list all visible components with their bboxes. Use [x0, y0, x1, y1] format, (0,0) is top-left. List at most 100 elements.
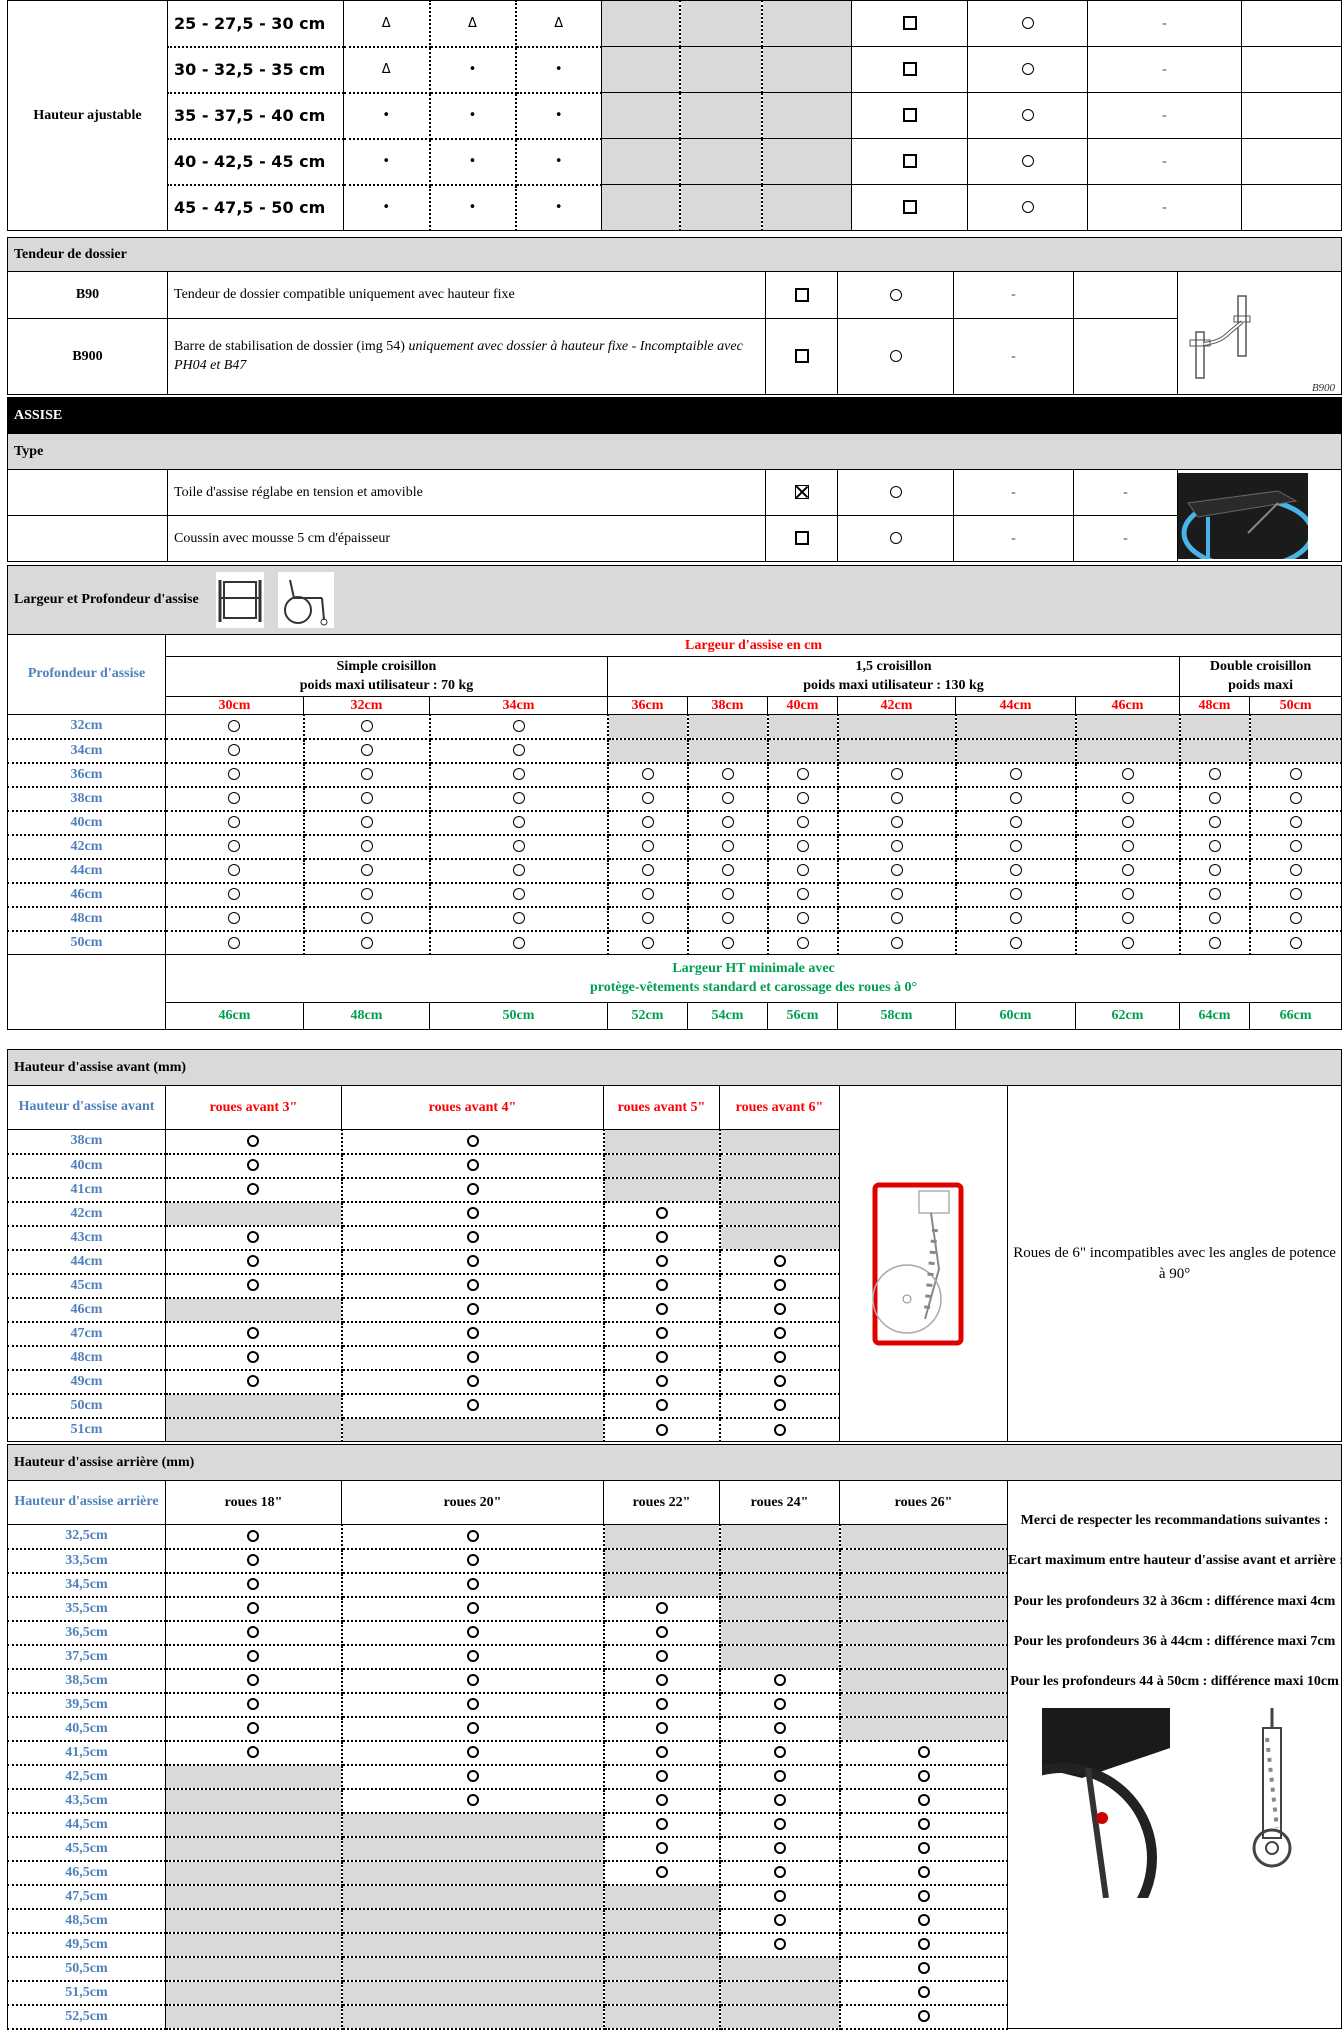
available-cell — [429, 858, 609, 884]
compat-mark: Δ — [343, 0, 431, 48]
unavailable-cell — [839, 1644, 1008, 1670]
available-cell — [341, 1225, 605, 1251]
available-cell — [837, 834, 957, 860]
available-cell — [687, 906, 769, 932]
available-cell — [303, 858, 431, 884]
unavailable-cell — [603, 1932, 721, 1958]
unavailable-cell — [719, 1620, 841, 1646]
tendeur-code-b900: B900 — [7, 318, 168, 395]
front-height-row: 48cm — [7, 1345, 166, 1371]
option-circle — [837, 318, 954, 395]
front-height-row: 41cm — [7, 1177, 166, 1203]
fork-diagram-icon — [871, 1182, 963, 1345]
size-cell: 45 - 47,5 - 50 cm — [167, 184, 344, 231]
front-height-row: 46cm — [7, 1297, 166, 1323]
tendeur-text-b90: Tendeur de dossier compatible uniquement… — [167, 271, 766, 319]
available-cell — [603, 1225, 721, 1251]
available-cell — [839, 1980, 1008, 2006]
available-cell — [837, 858, 957, 884]
depth-row-label: 32cm — [7, 714, 166, 740]
available-cell — [1075, 930, 1181, 955]
rear-height-row: 47,5cm — [7, 1884, 166, 1910]
b900-caption: B900 — [1311, 382, 1336, 394]
available-cell — [603, 1764, 721, 1790]
type-toile: Toile d'assise réglabe en tension et amo… — [167, 469, 766, 516]
unavailable-cell — [165, 1980, 343, 2006]
available-cell — [341, 1716, 605, 1742]
option-checkbox[interactable] — [851, 46, 968, 93]
unavailable-cell — [1179, 738, 1251, 764]
available-cell — [341, 1644, 605, 1670]
available-cell — [1248, 930, 1343, 955]
available-cell — [1248, 810, 1343, 836]
dash-cell: - — [953, 318, 1074, 395]
unavailable-cell — [839, 1692, 1008, 1718]
type-title: Type — [6, 433, 1343, 470]
available-cell — [837, 810, 957, 836]
option-checkbox[interactable] — [851, 0, 968, 47]
dash-cell: - — [1087, 0, 1242, 47]
front-height-row: 44cm — [7, 1249, 166, 1275]
depth-row-label: 38cm — [7, 786, 166, 812]
available-cell — [687, 858, 769, 884]
option-checkbox[interactable] — [765, 515, 838, 562]
unavailable-cell — [603, 1524, 721, 1550]
available-cell — [607, 786, 689, 812]
ht-width: 54cm — [687, 1002, 768, 1030]
available-cell — [1075, 810, 1181, 836]
unavailable-cell — [1075, 738, 1181, 764]
compat-mark: • — [429, 92, 517, 140]
depth-diagram-icon — [277, 572, 334, 628]
depth-row-label: 42cm — [7, 834, 166, 860]
compat-mark: • — [343, 184, 431, 231]
option-checkbox[interactable] — [765, 318, 838, 395]
available-cell — [303, 738, 431, 764]
available-cell — [341, 1596, 605, 1622]
unavailable-cell — [165, 1932, 343, 1958]
option-checked-box[interactable] — [765, 469, 838, 516]
ht-width: 58cm — [837, 1002, 956, 1030]
available-cell — [1075, 762, 1181, 788]
available-cell — [603, 1417, 721, 1442]
available-cell — [165, 1716, 343, 1742]
compat-mark: Δ — [343, 46, 431, 94]
available-cell — [719, 1788, 841, 1814]
unavailable-cell — [165, 1417, 343, 1442]
available-cell — [165, 1273, 343, 1299]
unavailable-cell — [767, 738, 839, 764]
available-cell — [341, 1620, 605, 1646]
available-cell — [603, 1740, 721, 1766]
available-cell — [837, 906, 957, 932]
available-cell — [341, 1572, 605, 1598]
available-cell — [839, 2004, 1008, 2030]
front-wheel-column: roues avant 5" — [603, 1085, 720, 1130]
available-cell — [719, 1692, 841, 1718]
available-cell — [341, 1548, 605, 1574]
unavailable-cell — [341, 2004, 605, 2030]
option-checkbox[interactable] — [851, 138, 968, 185]
front-wheel-column: roues avant 3" — [165, 1085, 342, 1130]
option-checkbox[interactable] — [851, 184, 968, 231]
row-group-label: Hauteur ajustable — [7, 0, 168, 231]
compat-mark: • — [429, 138, 517, 186]
rear-height-row: 33,5cm — [7, 1548, 166, 1574]
unavailable-cell — [341, 1980, 605, 2006]
available-cell — [719, 1716, 841, 1742]
available-cell — [839, 1860, 1008, 1886]
option-checkbox[interactable] — [851, 92, 968, 139]
rear-height-row: 39,5cm — [7, 1692, 166, 1718]
unavailable-cell — [1248, 738, 1343, 764]
available-cell — [603, 1596, 721, 1622]
available-cell — [719, 1932, 841, 1958]
unavailable-cell — [719, 1129, 840, 1155]
option-circle — [967, 0, 1088, 47]
spec-sheet: Hauteur ajustable 25 - 27,5 - 30 cm Δ Δ Δ -30… — [0, 0, 1344, 2030]
front-wheel-note: Roues de 6" incompatibles avec les angle… — [1006, 1085, 1343, 1442]
rear-height-row: 48,5cm — [7, 1908, 166, 1934]
width-header: 30cm — [165, 696, 304, 715]
compat-mark: • — [515, 46, 602, 94]
option-checkbox[interactable] — [765, 271, 838, 319]
available-cell — [767, 930, 839, 955]
rear-height-row: 37,5cm — [7, 1644, 166, 1670]
available-cell — [603, 1692, 721, 1718]
